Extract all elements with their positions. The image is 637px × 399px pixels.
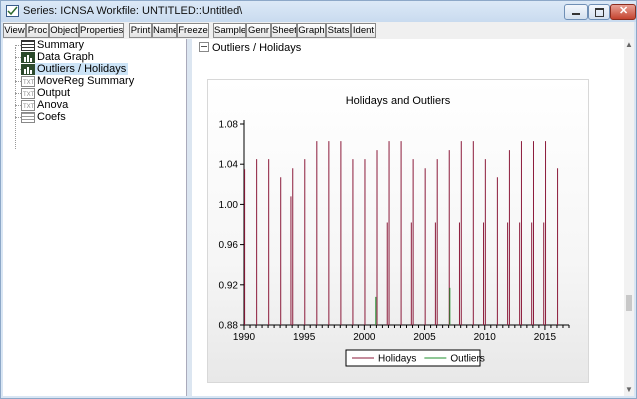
- chart-title: Holidays and Outliers: [346, 95, 451, 107]
- graph-button[interactable]: Graph: [297, 23, 326, 38]
- proc-button[interactable]: Proc: [26, 23, 49, 38]
- svg-text:TXT: TXT: [23, 92, 34, 98]
- genr-button[interactable]: Genr: [246, 23, 271, 38]
- sample-button[interactable]: Sample: [213, 23, 246, 38]
- section-title: Outliers / Holidays: [212, 42, 302, 54]
- sheet-button[interactable]: Sheet: [271, 23, 297, 38]
- vertical-scrollbar[interactable]: ▲ ▼: [624, 39, 634, 396]
- scroll-thumb[interactable]: [626, 295, 632, 311]
- output-tree: Summary Data Graph Outliers / Holidays T…: [3, 39, 186, 396]
- x-tick-label: 2000: [353, 332, 376, 343]
- tree-item-label: Summary: [37, 39, 85, 51]
- tree-item-label: Output: [37, 87, 71, 99]
- client-area: Summary Data Graph Outliers / Holidays T…: [3, 39, 634, 396]
- svg-text:TXT: TXT: [23, 104, 34, 110]
- tree-line: [15, 47, 16, 149]
- window-title: Series: ICNSA Workfile: UNTITLED::Untitl…: [23, 5, 243, 17]
- graph-icon: [21, 64, 35, 75]
- y-tick-label: 1.08: [219, 120, 239, 131]
- view-button[interactable]: View: [3, 23, 26, 38]
- scroll-down-icon[interactable]: ▼: [625, 385, 633, 394]
- series-window: Series: ICNSA Workfile: UNTITLED::Untitl…: [0, 0, 637, 399]
- table-icon: [21, 40, 35, 51]
- close-icon: ✕: [619, 5, 629, 17]
- chart-frame: Holidays and Outliers 0.88 0.92 0.96 1.00 1.…: [207, 79, 589, 383]
- table-icon: [21, 112, 35, 123]
- x-tick-label: 2005: [413, 332, 436, 343]
- holidays-outliers-chart: Holidays and Outliers 0.88 0.92 0.96 1.00 1.…: [219, 95, 570, 367]
- tree-item-label: Coefs: [37, 111, 66, 123]
- y-tick-label: 0.96: [219, 240, 239, 251]
- text-icon: TXT: [21, 88, 35, 99]
- stats-button[interactable]: Stats: [326, 23, 351, 38]
- graph-icon: [21, 52, 35, 63]
- outliers-legend-label: Outliers: [450, 354, 484, 365]
- collapse-icon[interactable]: [199, 42, 209, 52]
- object-button[interactable]: Object: [49, 23, 79, 38]
- holidays-legend-label: Holidays: [378, 354, 416, 365]
- x-tick-label: 1995: [293, 332, 316, 343]
- name-button[interactable]: Name: [152, 23, 177, 38]
- close-button[interactable]: ✕: [610, 4, 636, 20]
- x-tick-label: 2010: [474, 332, 497, 343]
- tree-item-label: Outliers / Holidays: [35, 63, 129, 75]
- tree-item-label: MoveReg Summary: [37, 75, 135, 87]
- ident-button[interactable]: Ident: [351, 23, 376, 38]
- svg-text:TXT: TXT: [23, 80, 34, 86]
- freeze-button[interactable]: Freeze: [177, 23, 209, 38]
- plot-area: 0.88 0.92 0.96 1.00 1.04 1.08 1990 1995 2000 2005…: [219, 120, 570, 343]
- maximize-button[interactable]: [588, 4, 610, 20]
- output-pane: Outliers / Holidays Holidays and Outlier…: [192, 39, 624, 396]
- section-header[interactable]: Outliers / Holidays: [199, 41, 301, 54]
- scroll-up-icon[interactable]: ▲: [625, 40, 633, 49]
- title-bar[interactable]: Series: ICNSA Workfile: UNTITLED::Untitl…: [1, 1, 636, 22]
- chart-legend: Holidays Outliers: [345, 349, 485, 367]
- tree-item-label: Data Graph: [37, 51, 94, 63]
- print-button[interactable]: Print: [129, 23, 152, 38]
- y-tick-label: 0.88: [219, 321, 239, 332]
- text-icon: TXT: [21, 100, 35, 111]
- x-tick-label: 1990: [233, 332, 256, 343]
- minimize-button[interactable]: [564, 4, 588, 20]
- y-tick-label: 0.92: [219, 280, 239, 291]
- tree-item-label: Anova: [37, 99, 69, 111]
- maximize-icon: [595, 8, 604, 17]
- y-tick-label: 1.00: [219, 200, 239, 211]
- x-tick-label: 2015: [534, 332, 557, 343]
- text-icon: TXT: [21, 76, 35, 87]
- series-window-icon: [6, 5, 19, 17]
- object-toolbar: View Proc Object Properties Print Name F…: [3, 22, 634, 39]
- minimize-icon: [572, 13, 580, 15]
- y-tick-label: 1.04: [219, 160, 239, 171]
- properties-button[interactable]: Properties: [79, 23, 124, 38]
